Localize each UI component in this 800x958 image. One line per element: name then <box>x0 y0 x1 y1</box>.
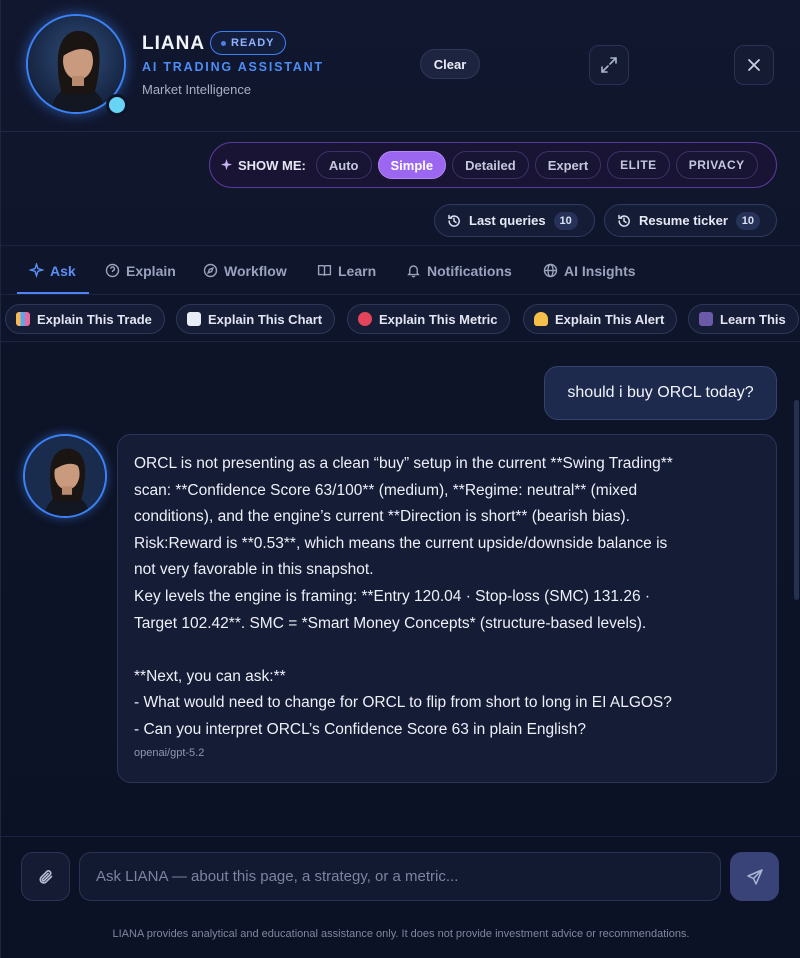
assistant-panel: LIANA READY AI TRADING ASSISTANT Market … <box>0 0 800 958</box>
expand-icon <box>601 57 617 73</box>
status-badge: READY <box>210 31 286 55</box>
paperclip-icon <box>38 869 52 884</box>
tab-explain[interactable]: Explain <box>105 246 176 295</box>
mode-privacy[interactable]: PRIVACY <box>675 151 758 179</box>
active-tab-indicator <box>17 292 89 294</box>
assistant-message-line: - What would need to change for ORCL to … <box>134 694 672 712</box>
help-circle-icon <box>105 263 120 278</box>
assistant-message-line: - Can you interpret ORCL’s Confidence Sc… <box>134 720 587 738</box>
last-queries-count: 10 <box>553 211 578 230</box>
bell-icon <box>534 312 548 326</box>
book-icon <box>317 264 332 276</box>
send-button[interactable] <box>730 852 779 901</box>
last-queries-button[interactable]: Last queries 10 <box>434 204 595 237</box>
mode-simple[interactable]: Simple <box>377 151 447 179</box>
quick-action-explain-metric[interactable]: Explain This Metric <box>347 304 511 334</box>
quick-action-explain-chart[interactable]: Explain This Chart <box>176 304 336 334</box>
composer-divider <box>1 836 800 837</box>
panel-header: LIANA READY AI TRADING ASSISTANT Market … <box>1 0 800 132</box>
disclaimer-text: LIANA provides analytical and educationa… <box>112 928 690 940</box>
ask-input[interactable] <box>79 852 721 901</box>
tab-ai-insights[interactable]: AI Insights <box>543 246 636 295</box>
quick-action-explain-alert[interactable]: Explain This Alert <box>523 304 678 334</box>
assistant-message-line: not very favorable in this snapshot. <box>134 561 374 579</box>
assistant-message-line: conditions), and the engine’s current **… <box>134 508 630 526</box>
assistant-tagline: Market Intelligence <box>142 82 252 97</box>
mode-elite[interactable]: ELITE <box>607 151 670 179</box>
assistant-message-avatar <box>23 434 107 518</box>
assistant-name: LIANA <box>142 33 206 54</box>
tab-workflow[interactable]: Workflow <box>203 246 287 295</box>
assistant-message-line: **Next, you can ask:** <box>134 667 286 685</box>
resume-ticker-button[interactable]: Resume ticker 10 <box>604 204 777 237</box>
close-icon <box>748 59 760 71</box>
assistant-message: ORCL is not presenting as a clean “buy” … <box>117 434 777 783</box>
status-dot-icon <box>221 40 226 46</box>
assistant-subtitle: AI TRADING ASSISTANT <box>142 60 324 74</box>
quick-action-explain-trade[interactable]: Explain This Trade <box>5 304 165 334</box>
user-message: should i buy ORCL today? <box>544 366 777 420</box>
mode-expert[interactable]: Expert <box>534 151 602 179</box>
model-label: openai/gpt-5.2 <box>134 746 205 759</box>
bell-icon <box>407 265 420 278</box>
assistant-message-line <box>134 637 760 664</box>
bar-chart-icon <box>16 312 30 326</box>
attach-button[interactable] <box>21 852 70 901</box>
show-me-label: SHOW ME: <box>220 158 306 173</box>
assistant-message-line: Key levels the engine is framing: **Entr… <box>134 587 651 605</box>
assistant-message-line: Target 102.42**. SMC = *Smart Money Conc… <box>134 614 647 632</box>
tab-bar: Ask Explain Workflow Learn Notifications… <box>1 245 800 295</box>
line-chart-icon <box>187 312 201 326</box>
tab-notifications[interactable]: Notifications <box>406 246 512 295</box>
quick-action-learn-this[interactable]: Learn This <box>688 304 799 334</box>
assistant-message-line: Risk:Reward is **0.53**, which means the… <box>134 534 668 552</box>
graduation-cap-icon <box>699 312 713 326</box>
quick-actions-bar: Explain This Trade Explain This Chart Ex… <box>1 298 800 342</box>
online-status-dot <box>106 94 128 116</box>
resume-ticker-count: 10 <box>735 211 760 230</box>
clear-button[interactable]: Clear <box>420 49 480 79</box>
chat-scrollbar[interactable] <box>794 400 799 600</box>
show-me-mode-selector: SHOW ME: Auto Simple Detailed Expert ELI… <box>209 142 777 188</box>
assistant-message-line: ORCL is not presenting as a clean “buy” … <box>134 455 673 472</box>
globe-icon <box>543 263 558 278</box>
status-badge-label: READY <box>231 37 275 49</box>
sparkle-icon <box>29 263 44 278</box>
close-button[interactable] <box>734 45 774 85</box>
mode-detailed[interactable]: Detailed <box>452 151 529 179</box>
tab-ask[interactable]: Ask <box>29 246 76 295</box>
history-icon <box>618 214 630 227</box>
compass-icon <box>203 263 218 278</box>
mode-auto[interactable]: Auto <box>315 151 372 179</box>
history-icon <box>448 214 460 227</box>
expand-button[interactable] <box>589 45 629 85</box>
tab-learn[interactable]: Learn <box>317 246 376 295</box>
target-icon <box>358 312 372 326</box>
sparkle-icon <box>220 158 233 170</box>
assistant-message-line: scan: **Confidence Score 63/100** (mediu… <box>134 481 638 499</box>
send-icon <box>746 868 763 885</box>
